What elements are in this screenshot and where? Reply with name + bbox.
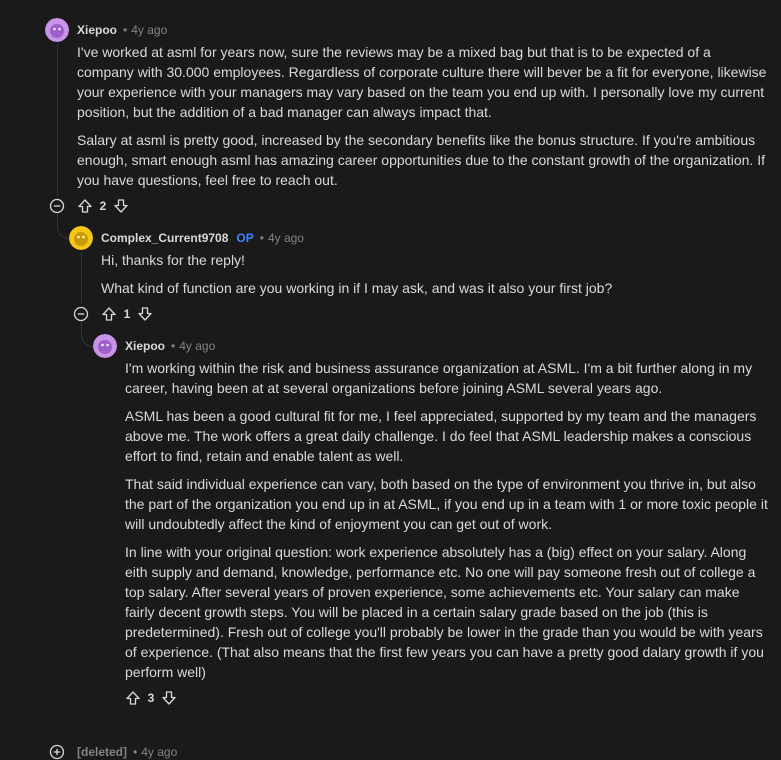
downvote-button[interactable] (111, 196, 131, 216)
comment-author: [deleted] (77, 745, 128, 759)
thread-connector-level-3 (81, 322, 94, 347)
upvote-button[interactable] (99, 304, 119, 324)
comment-meta: Xiepoo • 4y ago (77, 22, 167, 38)
comment-text: ASML has been a good cultural fit for me… (125, 408, 757, 464)
comment-actions: 2 (75, 196, 131, 216)
comment-author[interactable]: Xiepoo (77, 22, 117, 38)
comment-actions: 1 (99, 304, 155, 324)
avatar-purple-icon (45, 18, 69, 42)
comment-text: In line with your original question: wor… (125, 544, 764, 680)
thread-connector-level-2 (57, 214, 70, 239)
downvote-icon (162, 691, 176, 705)
upvote-icon (78, 199, 92, 213)
comment-timestamp[interactable]: 4y ago (141, 744, 177, 760)
separator-dot: • (123, 23, 128, 37)
upvote-button[interactable] (75, 196, 95, 216)
avatar[interactable] (93, 334, 117, 358)
comment-text: I've worked at asml for years now, sure … (77, 44, 767, 120)
op-badge: OP (236, 231, 254, 245)
comment-meta: Xiepoo • 4y ago (125, 338, 215, 354)
comment-text: Hi, thanks for the reply! (101, 252, 245, 268)
separator-dot: • (133, 745, 138, 759)
avatar[interactable] (45, 18, 69, 42)
comment-actions: 3 (123, 688, 179, 708)
upvote-icon (126, 691, 140, 705)
downvote-button[interactable] (135, 304, 155, 324)
downvote-icon (114, 199, 128, 213)
comment-timestamp[interactable]: 4y ago (179, 338, 215, 354)
upvote-button[interactable] (123, 688, 143, 708)
comment-timestamp[interactable]: 4y ago (268, 230, 304, 246)
vote-count: 2 (99, 199, 107, 213)
avatar-purple-icon (93, 334, 117, 358)
collapse-icon (49, 198, 65, 214)
collapse-icon (73, 306, 89, 322)
vote-count: 3 (147, 691, 155, 705)
comment-author[interactable]: Xiepoo (125, 338, 165, 354)
comment-text: That said individual experience can vary… (125, 476, 768, 532)
upvote-icon (102, 307, 116, 321)
vote-count: 1 (123, 307, 131, 321)
comment-meta: Complex_Current9708 OP • 4y ago (101, 230, 304, 246)
downvote-button[interactable] (159, 688, 179, 708)
downvote-icon (138, 307, 152, 321)
collapse-button[interactable] (49, 198, 65, 214)
comment-meta: [deleted] • 4y ago (77, 744, 177, 760)
comment-text: What kind of function are you working in… (101, 280, 613, 296)
collapse-button[interactable] (73, 306, 89, 322)
comment-timestamp[interactable]: 4y ago (131, 22, 167, 38)
comment-text: Salary at asml is pretty good, increased… (77, 132, 765, 188)
thread-line-level-2[interactable] (81, 252, 82, 304)
thread-line-level-1[interactable] (57, 44, 58, 196)
avatar[interactable] (69, 226, 93, 250)
expand-button[interactable] (49, 744, 65, 760)
separator-dot: • (259, 231, 264, 245)
avatar-yellow-icon (69, 226, 93, 250)
comment-author[interactable]: Complex_Current9708 (101, 230, 228, 246)
expand-icon (49, 744, 65, 760)
separator-dot: • (171, 339, 176, 353)
comment-text: I'm working within the risk and business… (125, 360, 753, 396)
